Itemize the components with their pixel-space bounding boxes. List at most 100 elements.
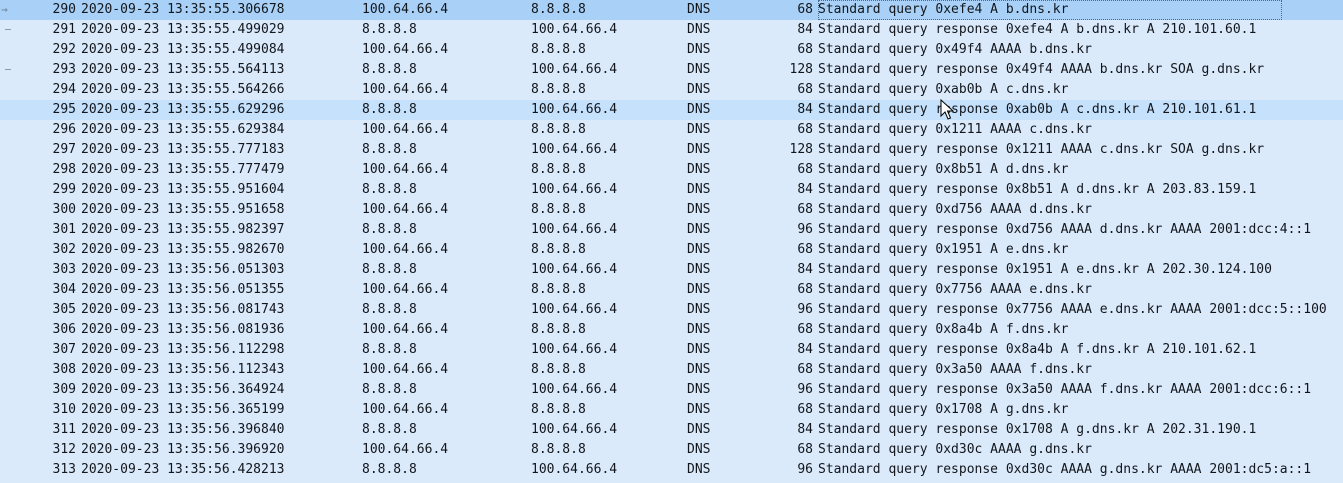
packet-row[interactable]: 297 2020-09-23 13:35:55.777183 8.8.8.8 1… bbox=[0, 140, 1343, 160]
packet-time: 2020-09-23 13:35:55.564266 bbox=[81, 82, 285, 97]
packet-info: Standard query response 0x1211 AAAA c.dn… bbox=[818, 142, 1265, 157]
packet-info: Standard query response 0x1708 A g.dns.k… bbox=[818, 422, 1257, 437]
packet-row[interactable]: 302 2020-09-23 13:35:55.982670 100.64.66… bbox=[0, 240, 1343, 260]
packet-info: Standard query 0xab0b A c.dns.kr bbox=[818, 82, 1069, 97]
packet-row[interactable]: 303 2020-09-23 13:35:56.051303 8.8.8.8 1… bbox=[0, 260, 1343, 280]
packet-row[interactable]: 312 2020-09-23 13:35:56.396920 100.64.66… bbox=[0, 440, 1343, 460]
packet-time: 2020-09-23 13:35:56.051303 bbox=[81, 262, 285, 277]
packet-list[interactable]: → 290 2020-09-23 13:35:55.306678 100.64.… bbox=[0, 0, 1343, 483]
packet-source: 8.8.8.8 bbox=[362, 22, 417, 37]
packet-number: 312 bbox=[52, 442, 76, 457]
packet-row[interactable]: 300 2020-09-23 13:35:55.951658 100.64.66… bbox=[0, 200, 1343, 220]
packet-destination: 100.64.66.4 bbox=[531, 262, 618, 277]
packet-number: 290 bbox=[52, 2, 76, 17]
related-packet-indicator bbox=[0, 460, 20, 480]
packet-row[interactable]: 306 2020-09-23 13:35:56.081936 100.64.66… bbox=[0, 320, 1343, 340]
packet-row[interactable]: 313 2020-09-23 13:35:56.428213 8.8.8.8 1… bbox=[0, 460, 1343, 480]
packet-protocol: DNS bbox=[687, 422, 711, 437]
packet-number: 305 bbox=[52, 302, 76, 317]
packet-row[interactable]: 308 2020-09-23 13:35:56.112343 100.64.66… bbox=[0, 360, 1343, 380]
packet-row[interactable]: 301 2020-09-23 13:35:55.982397 8.8.8.8 1… bbox=[0, 220, 1343, 240]
packet-row[interactable]: 310 2020-09-23 13:35:56.365199 100.64.66… bbox=[0, 400, 1343, 420]
packet-row[interactable]: 309 2020-09-23 13:35:56.364924 8.8.8.8 1… bbox=[0, 380, 1343, 400]
packet-source: 100.64.66.4 bbox=[362, 282, 449, 297]
packet-source: 8.8.8.8 bbox=[362, 262, 417, 277]
packet-row[interactable]: 311 2020-09-23 13:35:56.396840 8.8.8.8 1… bbox=[0, 420, 1343, 440]
packet-length: 84 bbox=[797, 102, 813, 117]
packet-row[interactable]: 298 2020-09-23 13:35:55.777479 100.64.66… bbox=[0, 160, 1343, 180]
packet-number: 306 bbox=[52, 322, 76, 337]
packet-info: Standard query response 0x3a50 AAAA f.dn… bbox=[818, 382, 1312, 397]
packet-protocol: DNS bbox=[687, 82, 711, 97]
packet-source: 8.8.8.8 bbox=[362, 302, 417, 317]
packet-number: 309 bbox=[52, 382, 76, 397]
dash-icon bbox=[5, 29, 11, 30]
related-packet-indicator bbox=[0, 20, 20, 40]
related-packet-indicator bbox=[0, 60, 20, 80]
packet-time: 2020-09-23 13:35:55.499029 bbox=[81, 22, 285, 37]
packet-length: 68 bbox=[797, 322, 813, 337]
packet-destination: 8.8.8.8 bbox=[531, 442, 586, 457]
packet-source: 100.64.66.4 bbox=[362, 402, 449, 417]
packet-row[interactable]: 293 2020-09-23 13:35:55.564113 8.8.8.8 1… bbox=[0, 60, 1343, 80]
packet-source: 100.64.66.4 bbox=[362, 362, 449, 377]
packet-protocol: DNS bbox=[687, 22, 711, 37]
packet-protocol: DNS bbox=[687, 362, 711, 377]
packet-destination: 8.8.8.8 bbox=[531, 42, 586, 57]
packet-time: 2020-09-23 13:35:55.629296 bbox=[81, 102, 285, 117]
packet-time: 2020-09-23 13:35:55.951604 bbox=[81, 182, 285, 197]
related-packet-indicator bbox=[0, 120, 20, 140]
related-packet-indicator bbox=[0, 220, 20, 240]
packet-row[interactable]: → 290 2020-09-23 13:35:55.306678 100.64.… bbox=[0, 0, 1343, 20]
packet-protocol: DNS bbox=[687, 222, 711, 237]
packet-number: 301 bbox=[52, 222, 76, 237]
packet-length: 128 bbox=[789, 62, 813, 77]
related-packet-indicator bbox=[0, 160, 20, 180]
packet-info: Standard query response 0x8a4b A f.dns.k… bbox=[818, 342, 1257, 357]
packet-row[interactable]: 291 2020-09-23 13:35:55.499029 8.8.8.8 1… bbox=[0, 20, 1343, 40]
packet-source: 100.64.66.4 bbox=[362, 322, 449, 337]
packet-row[interactable]: 294 2020-09-23 13:35:55.564266 100.64.66… bbox=[0, 80, 1343, 100]
packet-row[interactable]: 304 2020-09-23 13:35:56.051355 100.64.66… bbox=[0, 280, 1343, 300]
packet-row[interactable]: 296 2020-09-23 13:35:55.629384 100.64.66… bbox=[0, 120, 1343, 140]
packet-protocol: DNS bbox=[687, 342, 711, 357]
packet-source: 100.64.66.4 bbox=[362, 202, 449, 217]
packet-number: 303 bbox=[52, 262, 76, 277]
packet-destination: 100.64.66.4 bbox=[531, 182, 618, 197]
packet-info: Standard query response 0x49f4 AAAA b.dn… bbox=[818, 62, 1265, 77]
packet-info: Standard query 0xd30c AAAA g.dns.kr bbox=[818, 442, 1092, 457]
packet-info: Standard query response 0x7756 AAAA e.dn… bbox=[818, 302, 1327, 317]
packet-protocol: DNS bbox=[687, 262, 711, 277]
packet-source: 8.8.8.8 bbox=[362, 182, 417, 197]
packet-destination: 8.8.8.8 bbox=[531, 2, 586, 17]
packet-number: 299 bbox=[52, 182, 76, 197]
packet-protocol: DNS bbox=[687, 2, 711, 17]
packet-time: 2020-09-23 13:35:55.564113 bbox=[81, 62, 285, 77]
packet-length: 68 bbox=[797, 202, 813, 217]
packet-source: 8.8.8.8 bbox=[362, 462, 417, 477]
packet-number: 296 bbox=[52, 122, 76, 137]
packet-source: 8.8.8.8 bbox=[362, 62, 417, 77]
packet-row[interactable]: 292 2020-09-23 13:35:55.499084 100.64.66… bbox=[0, 40, 1343, 60]
packet-time: 2020-09-23 13:35:56.364924 bbox=[81, 382, 285, 397]
packet-row[interactable]: 295 2020-09-23 13:35:55.629296 8.8.8.8 1… bbox=[0, 100, 1343, 120]
packet-number: 307 bbox=[52, 342, 76, 357]
packet-length: 84 bbox=[797, 22, 813, 37]
packet-source: 8.8.8.8 bbox=[362, 342, 417, 357]
packet-row[interactable]: 299 2020-09-23 13:35:55.951604 8.8.8.8 1… bbox=[0, 180, 1343, 200]
packet-row[interactable]: 307 2020-09-23 13:35:56.112298 8.8.8.8 1… bbox=[0, 340, 1343, 360]
packet-protocol: DNS bbox=[687, 162, 711, 177]
packet-number: 295 bbox=[52, 102, 76, 117]
packet-time: 2020-09-23 13:35:56.428213 bbox=[81, 462, 285, 477]
packet-destination: 8.8.8.8 bbox=[531, 202, 586, 217]
packet-source: 8.8.8.8 bbox=[362, 422, 417, 437]
packet-destination: 100.64.66.4 bbox=[531, 462, 618, 477]
packet-length: 96 bbox=[797, 462, 813, 477]
packet-length: 68 bbox=[797, 122, 813, 137]
packet-destination: 100.64.66.4 bbox=[531, 382, 618, 397]
packet-row[interactable]: 305 2020-09-23 13:35:56.081743 8.8.8.8 1… bbox=[0, 300, 1343, 320]
packet-length: 84 bbox=[797, 262, 813, 277]
packet-info: Standard query response 0xefe4 A b.dns.k… bbox=[818, 22, 1257, 37]
packet-protocol: DNS bbox=[687, 302, 711, 317]
related-packet-indicator bbox=[0, 380, 20, 400]
